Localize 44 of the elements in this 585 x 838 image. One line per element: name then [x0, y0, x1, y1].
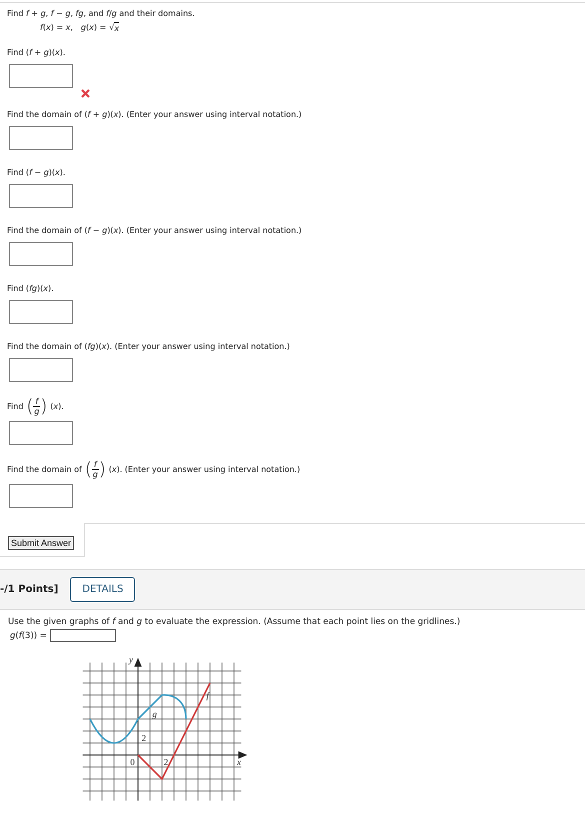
prompt-text: Find [7, 402, 24, 411]
numerator: f [33, 397, 40, 407]
answer-field[interactable] [9, 242, 73, 266]
answer-field[interactable] [50, 629, 116, 642]
prompt-text: Find the domain of (f + g)(x). (Enter your answer using interval notation.) [7, 110, 302, 118]
axis-label: x [237, 757, 241, 768]
question-text: Find f + g, f − g, fg, and f/g and their domains. [7, 9, 195, 18]
prompt-text: Find the domain of (fg)(x). (Enter your answer using interval notation.) [7, 342, 290, 350]
radicand: x [114, 22, 120, 34]
points-label: -/1 Points] [0, 584, 58, 595]
curve-label: g [152, 709, 157, 720]
details-button[interactable]: DETAILS [70, 577, 136, 602]
answer-field[interactable] [9, 358, 73, 382]
parenthesis: ) [98, 460, 106, 478]
parenthesis: ( [26, 398, 34, 416]
prompt-text: Find the domain of (f − g)(x). (Enter your answer using interval notation.) [7, 226, 302, 234]
answer-field[interactable] [9, 300, 73, 324]
answer-field[interactable] [9, 64, 73, 88]
prompt-text: Find the domain of [7, 465, 82, 474]
prompt-text: Find (fg)(x). [7, 284, 54, 292]
prompt-text: Find (f − g)(x). [7, 168, 66, 176]
answer-field[interactable] [9, 126, 73, 150]
answer-field[interactable] [9, 421, 73, 445]
parenthesis: ( [84, 460, 92, 478]
prompt-text: (x). [50, 402, 64, 411]
function-definition: f(x) = x, [40, 22, 73, 34]
answer-field[interactable] [9, 484, 73, 508]
prompt-text: (x). (Enter your answer using interval notation.) [108, 465, 300, 474]
curve-label: f [206, 690, 209, 701]
axis-label: y [129, 654, 133, 665]
denominator: g [92, 470, 98, 479]
expression-label: g(f(3)) = [10, 630, 47, 640]
numerator: f [92, 460, 99, 470]
parenthesis: ) [40, 398, 48, 416]
instruction-text: Use the given graphs of f and g to evaluate the expression. (Assume that each point lies on the gridlines.) [8, 617, 460, 627]
denominator: g [34, 407, 40, 416]
prompt-text: Find (f + g)(x). [7, 48, 66, 56]
radical-sign: √ [109, 22, 114, 34]
origin-label: 0 [130, 757, 135, 768]
function-definition: g(x) = [80, 22, 106, 34]
tick-label: 2 [164, 757, 168, 768]
tick-label: 2 [142, 733, 146, 744]
submit-answer-button[interactable]: Submit Answer [8, 536, 74, 550]
answer-field[interactable] [9, 184, 73, 208]
